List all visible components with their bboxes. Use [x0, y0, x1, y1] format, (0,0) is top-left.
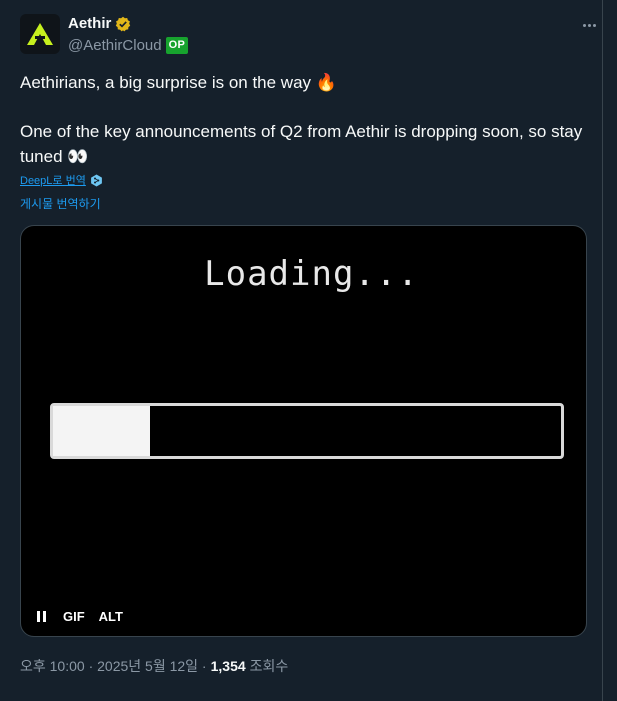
- handle[interactable]: @AethirCloud: [68, 37, 162, 54]
- aethir-logo-icon: [27, 23, 53, 45]
- display-name[interactable]: Aethir: [68, 15, 111, 32]
- column-border: [602, 0, 603, 701]
- timestamp[interactable]: 오후 10:00 · 2025년 5월 12일 ·: [20, 656, 207, 676]
- name-line: Aethir: [68, 15, 131, 32]
- tweet-line-2: One of the key announcements of Q2 from …: [20, 122, 583, 166]
- pause-icon[interactable]: [37, 611, 49, 623]
- tweet-header: Aethir @AethirCloud OP: [20, 12, 600, 62]
- deepl-translate-link[interactable]: DeepL로 번역: [20, 172, 86, 188]
- verified-gold-icon[interactable]: [115, 16, 131, 32]
- tweet-line-1: Aethirians, a big surprise is on the way…: [20, 73, 337, 92]
- loading-text: Loading...: [204, 254, 419, 294]
- alt-button[interactable]: ALT: [99, 609, 123, 624]
- progress-bar: [50, 403, 564, 459]
- avatar[interactable]: [20, 14, 60, 54]
- progress-fill: [53, 406, 150, 456]
- more-options-icon[interactable]: [578, 18, 600, 32]
- deepl-translate: DeepL로 번역: [20, 172, 103, 188]
- gif-label: GIF: [63, 609, 85, 624]
- deepl-icon: [90, 174, 102, 186]
- op-badge: OP: [165, 37, 189, 54]
- view-count: 1,354: [210, 658, 246, 674]
- media-controls: GIF ALT: [37, 609, 123, 624]
- handle-line: @AethirCloud OP: [68, 37, 189, 54]
- translate-post-link[interactable]: 게시물 번역하기: [20, 195, 101, 212]
- tweet-meta: 오후 10:00 · 2025년 5월 12일 · 1,354 조회수: [20, 656, 288, 676]
- views-label: 조회수: [249, 658, 289, 674]
- gif-media[interactable]: Loading... GIF ALT: [20, 225, 587, 637]
- tweet-text: Aethirians, a big surprise is on the way…: [20, 70, 590, 169]
